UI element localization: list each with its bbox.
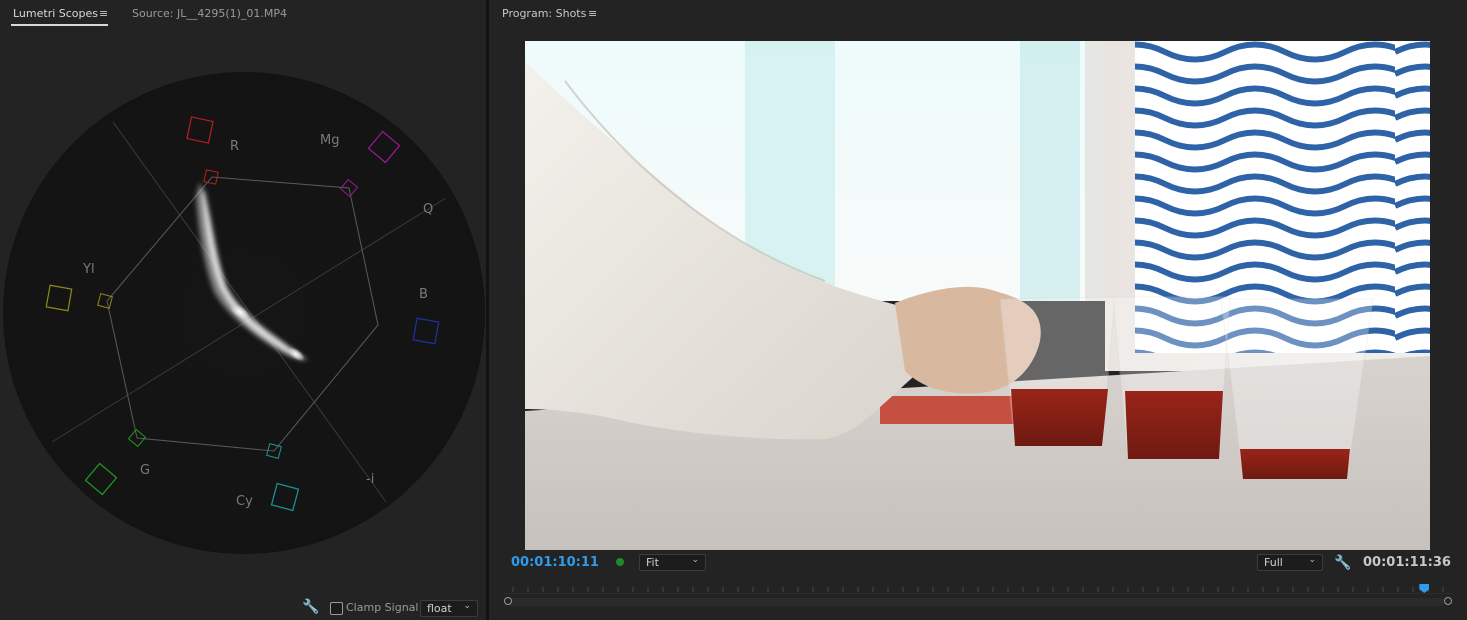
program-settings-wrench-icon[interactable]: 🔧: [1334, 555, 1351, 571]
label-g: G: [140, 463, 151, 478]
clamp-signal-checkbox[interactable]: [330, 602, 343, 615]
vectorscope: R Mg Q B Yl G Cy -i: [0, 70, 486, 560]
green-target: [84, 462, 118, 496]
vectorscope-graticule: [45, 116, 447, 512]
yellow-target: [45, 284, 73, 312]
zoom-level-dropdown[interactable]: Fit ⌄: [639, 554, 706, 571]
scopes-footer: 🔧 Clamp Signal float ⌄: [0, 596, 486, 620]
label-r: R: [230, 139, 240, 154]
tab-lumetri-scopes[interactable]: Lumetri Scopes: [13, 7, 98, 20]
playback-resolution-dropdown[interactable]: Full ⌄: [1257, 554, 1323, 571]
label-b: B: [419, 287, 428, 302]
cup-2: [1112, 296, 1231, 460]
neg-i-axis-line: [112, 121, 387, 503]
program-video-frame[interactable]: [525, 41, 1430, 550]
bit-depth-dropdown[interactable]: float ⌄: [420, 600, 478, 617]
label-mg: Mg: [320, 133, 340, 148]
program-monitor-panel: Program: Shots ≡ 00:01:10:11 Fit ⌄ Full …: [489, 0, 1467, 620]
cyan-target: [270, 482, 300, 512]
panel-menu-icon[interactable]: ≡: [99, 7, 108, 20]
program-monitor-title[interactable]: Program: Shots: [502, 7, 586, 20]
program-timeline-ruler[interactable]: [503, 584, 1453, 608]
ruler-ticks: [512, 587, 1444, 592]
blue-target: [412, 317, 440, 345]
cup-1: [999, 296, 1116, 447]
label-cy: Cy: [236, 494, 253, 509]
chevron-down-icon: ⌄: [691, 555, 699, 565]
cup-3: [1220, 298, 1374, 480]
playback-status-indicator: [616, 558, 624, 566]
video-still: [525, 41, 1430, 550]
active-tab-underline: [11, 24, 108, 26]
lumetri-scopes-panel: Lumetri Scopes ≡ Source: JL__4295(1)_01.…: [0, 0, 486, 620]
red-target: [186, 116, 214, 144]
zoom-scroll-bar[interactable]: [509, 598, 1443, 606]
label-neg-i: -i: [366, 472, 375, 487]
clamp-signal-label: Clamp Signal: [346, 601, 419, 614]
total-duration-timecode: 00:01:11:36: [1363, 555, 1451, 570]
label-yl: Yl: [83, 262, 95, 277]
scopes-panel-tabs: Lumetri Scopes ≡ Source: JL__4295(1)_01.…: [0, 0, 486, 30]
scope-settings-wrench-icon[interactable]: 🔧: [302, 599, 319, 615]
playback-resolution-value: Full: [1264, 556, 1283, 569]
bit-depth-value: float: [427, 602, 452, 615]
tab-source-monitor[interactable]: Source: JL__4295(1)_01.MP4: [132, 7, 287, 20]
chevron-down-icon: ⌄: [1308, 555, 1316, 565]
zoom-bar-left-handle[interactable]: [504, 597, 512, 605]
zoom-bar-right-handle[interactable]: [1444, 597, 1452, 605]
current-timecode[interactable]: 00:01:10:11: [511, 555, 599, 570]
label-q: Q: [423, 202, 434, 217]
yellow-inner-target: [97, 293, 113, 309]
program-menu-icon[interactable]: ≡: [588, 7, 597, 20]
vectorscope-trace: [196, 182, 308, 361]
zoom-level-value: Fit: [646, 556, 659, 569]
chevron-down-icon: ⌄: [463, 601, 471, 611]
magenta-target: [367, 130, 401, 164]
